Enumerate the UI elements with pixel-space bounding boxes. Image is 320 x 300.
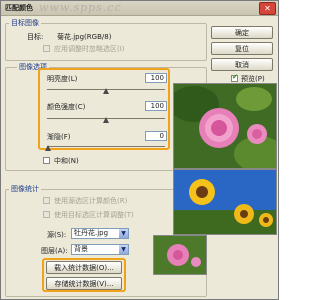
source-select[interactable]: 牡丹花.jpg ▼ bbox=[71, 228, 129, 239]
source-label: 源(S): bbox=[47, 231, 67, 239]
target-image-legend: 目标图像 bbox=[9, 18, 41, 28]
neutralize-label: 中和(N) bbox=[54, 157, 79, 165]
fade-input[interactable]: 0 bbox=[145, 131, 167, 141]
rose-thumbnail-graphic bbox=[154, 236, 206, 274]
use-target-selection-label: 使用目标选区计算调整(T) bbox=[54, 211, 134, 219]
target-preview-image bbox=[173, 83, 277, 169]
close-button[interactable]: ✕ bbox=[259, 2, 276, 15]
source-preview-image bbox=[173, 169, 277, 235]
preview-checkbox[interactable]: ✔ bbox=[231, 73, 238, 82]
fade-slider-thumb[interactable] bbox=[45, 145, 51, 151]
luminance-label: 明亮度(L) bbox=[47, 75, 78, 83]
color-intensity-slider-thumb[interactable] bbox=[103, 117, 109, 123]
rose-preview-graphic bbox=[174, 84, 276, 168]
color-intensity-label: 颜色强度(C) bbox=[47, 103, 86, 111]
reset-button[interactable]: 复位 bbox=[211, 42, 273, 55]
image-stats-legend: 图像统计 bbox=[9, 184, 41, 194]
luminance-input[interactable]: 100 bbox=[145, 73, 167, 83]
target-label: 目标: bbox=[27, 33, 44, 41]
use-target-selection-checkbox[interactable] bbox=[43, 211, 50, 218]
check-icon: ✔ bbox=[232, 73, 238, 81]
title-bar: 匹配颜色 www.spps.cc ✕ bbox=[1, 1, 278, 16]
cancel-button[interactable]: 取消 bbox=[211, 58, 273, 71]
target-image-group bbox=[5, 23, 207, 61]
color-intensity-input[interactable]: 100 bbox=[145, 101, 167, 111]
layer-select[interactable]: 背景 ▼ bbox=[71, 244, 129, 255]
fade-label: 渐隐(F) bbox=[47, 133, 71, 141]
load-stats-button[interactable]: 载入统计数据(O)... bbox=[46, 261, 122, 274]
fade-slider-track[interactable] bbox=[47, 146, 165, 147]
use-source-selection-label: 使用源选区计算颜色(R) bbox=[54, 197, 128, 205]
source-value: 牡丹花.jpg bbox=[74, 229, 109, 237]
use-source-selection-checkbox[interactable] bbox=[43, 197, 50, 204]
layer-label: 图层(A): bbox=[41, 247, 68, 255]
layer-value: 背景 bbox=[74, 245, 88, 253]
window-title: 匹配颜色 bbox=[5, 4, 33, 12]
neutralize-checkbox[interactable] bbox=[43, 157, 50, 164]
stats-thumbnail bbox=[153, 235, 207, 275]
chevron-down-icon: ▼ bbox=[119, 229, 128, 238]
ok-button[interactable]: 确定 bbox=[211, 26, 273, 39]
chevron-down-icon: ▼ bbox=[119, 245, 128, 254]
match-color-dialog: 匹配颜色 www.spps.cc ✕ 目标图像 目标: 菊花.jpg(RGB/8… bbox=[0, 0, 279, 300]
target-value: 菊花.jpg(RGB/8) bbox=[57, 33, 112, 41]
sunflower-preview-graphic bbox=[174, 170, 276, 234]
ignore-selection-checkbox[interactable] bbox=[43, 45, 50, 52]
close-icon: ✕ bbox=[264, 4, 271, 13]
luminance-slider-thumb[interactable] bbox=[103, 88, 109, 94]
ignore-selection-label: 应用调整时忽略选区(I) bbox=[54, 45, 125, 53]
save-stats-button[interactable]: 存储统计数据(V)... bbox=[46, 277, 122, 290]
watermark: www.spps.cc bbox=[39, 1, 122, 14]
